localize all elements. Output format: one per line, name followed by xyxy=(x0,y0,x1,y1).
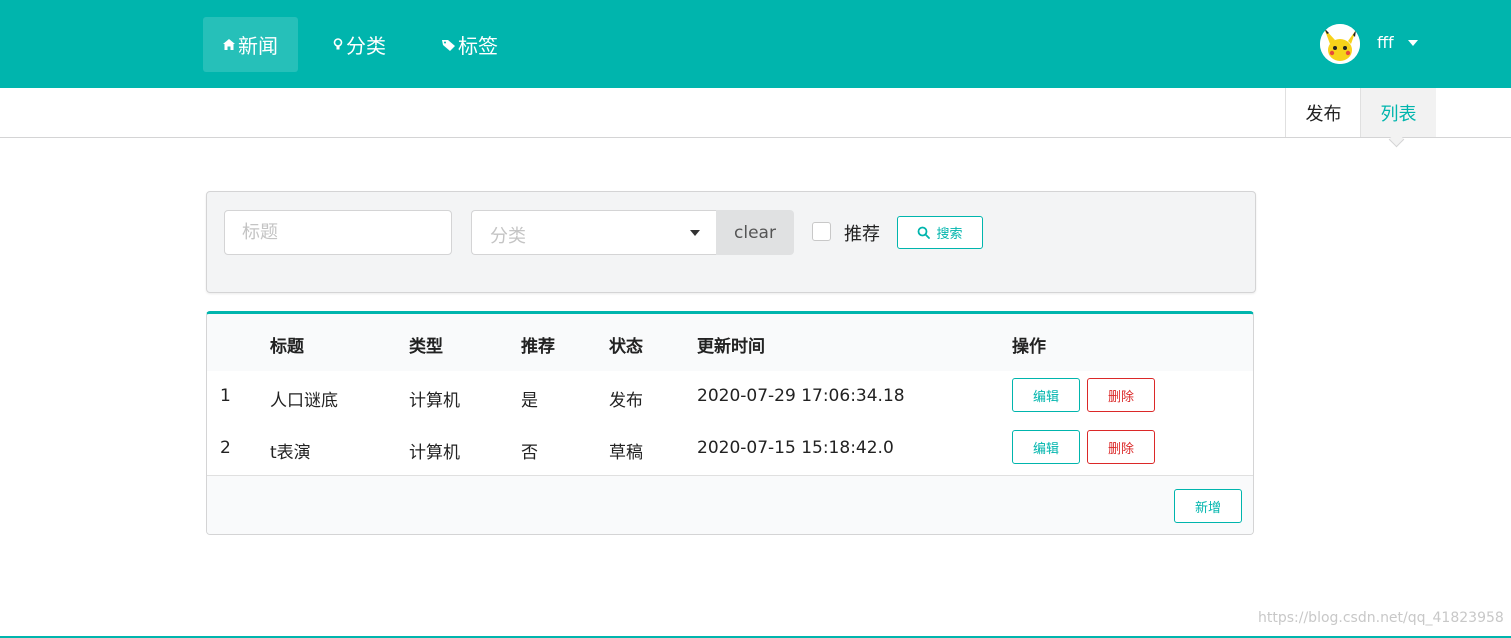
row-type: 计算机 xyxy=(409,391,460,411)
row-recommend: 是 xyxy=(521,391,538,411)
row-title: 人口谜底 xyxy=(270,391,338,411)
table-footer: 新增 xyxy=(207,476,1253,534)
user-name[interactable]: fff xyxy=(1377,33,1394,52)
idea-icon xyxy=(333,38,343,50)
row-index: 1 xyxy=(220,386,231,406)
title-search-input[interactable] xyxy=(224,210,452,255)
secondary-menu: 发布 列表 xyxy=(0,88,1511,138)
dropdown-caret-icon xyxy=(690,230,700,236)
row-title: t表演 xyxy=(270,443,311,463)
tag-icon xyxy=(442,39,455,51)
clear-button[interactable]: clear xyxy=(716,210,794,255)
edit-button[interactable]: 编辑 xyxy=(1012,430,1080,464)
nav-item-label: 分类 xyxy=(346,34,386,58)
category-dropdown-placeholder: 分类 xyxy=(490,226,526,247)
pikachu-avatar-icon xyxy=(1320,24,1360,64)
search-icon xyxy=(918,226,931,239)
home-icon xyxy=(223,39,235,50)
table-header: 标题 类型 推荐 状态 更新时间 操作 xyxy=(207,314,1253,372)
delete-button[interactable]: 删除 xyxy=(1087,430,1155,464)
category-dropdown[interactable]: 分类 xyxy=(471,210,716,255)
nav-item-category[interactable]: 分类 xyxy=(333,17,386,72)
top-navbar: 新闻 分类 标签 fff xyxy=(0,0,1511,88)
submenu-item-list[interactable]: 列表 xyxy=(1360,88,1436,137)
caret-down-icon[interactable] xyxy=(1408,40,1418,46)
nav-item-news[interactable]: 新闻 xyxy=(203,17,298,72)
nav-item-label: 新闻 xyxy=(238,34,278,58)
news-table: 标题 类型 推荐 状态 更新时间 操作 1 人口谜底 计算机 是 发布 2020… xyxy=(206,311,1254,535)
search-button-label: 搜索 xyxy=(936,227,963,242)
row-status: 发布 xyxy=(609,391,643,411)
nav-item-label: 标签 xyxy=(458,34,498,58)
row-index: 2 xyxy=(220,438,231,458)
table-row: 2 t表演 计算机 否 草稿 2020-07-15 15:18:42.0 编辑 … xyxy=(207,423,1253,476)
table-row: 1 人口谜底 计算机 是 发布 2020-07-29 17:06:34.18 编… xyxy=(207,371,1253,424)
recommend-checkbox[interactable] xyxy=(812,222,831,241)
recommend-checkbox-label: 推荐 xyxy=(844,224,880,245)
edit-button[interactable]: 编辑 xyxy=(1012,378,1080,412)
nav-item-tag[interactable]: 标签 xyxy=(442,17,498,72)
row-updated: 2020-07-15 15:18:42.0 xyxy=(697,438,894,458)
add-button[interactable]: 新增 xyxy=(1174,489,1242,523)
row-updated: 2020-07-29 17:06:34.18 xyxy=(697,386,905,406)
column-header-updated: 更新时间 xyxy=(697,337,765,357)
submenu-item-publish[interactable]: 发布 xyxy=(1285,88,1361,137)
watermark: https://blog.csdn.net/qq_41823958 xyxy=(1258,610,1504,626)
column-header-actions: 操作 xyxy=(1012,337,1046,357)
column-header-recommend: 推荐 xyxy=(521,337,555,357)
row-recommend: 否 xyxy=(521,443,538,463)
row-status: 草稿 xyxy=(609,443,643,463)
row-type: 计算机 xyxy=(409,443,460,463)
column-header-status: 状态 xyxy=(609,337,643,357)
delete-button[interactable]: 删除 xyxy=(1087,378,1155,412)
search-button[interactable]: 搜索 xyxy=(897,216,983,249)
column-header-type: 类型 xyxy=(409,337,443,357)
column-header-title: 标题 xyxy=(270,337,304,357)
avatar[interactable] xyxy=(1320,24,1360,64)
